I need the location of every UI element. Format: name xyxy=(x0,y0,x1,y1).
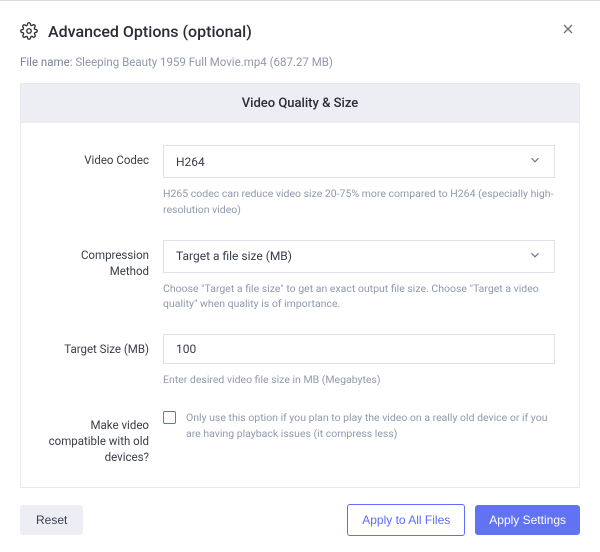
filename-value: Sleeping Beauty 1959 Full Movie.mp4 (687… xyxy=(75,55,333,69)
footer-bar: Reset Apply to All Files Apply Settings xyxy=(0,488,600,552)
page-title: Advanced Options (optional) xyxy=(48,22,556,41)
panel-title: Video Quality & Size xyxy=(21,84,579,123)
video-codec-row: Video Codec H264 H265 codec can reduce v… xyxy=(45,145,555,218)
compression-method-help: Choose "Target a file size" to get an ex… xyxy=(163,281,555,313)
target-size-value: 100 xyxy=(176,342,196,356)
compression-method-row: Compression Method Target a file size (M… xyxy=(45,240,555,313)
chevron-down-icon xyxy=(528,248,542,265)
compat-control: Only use this option if you plan to play… xyxy=(163,410,555,465)
filename-row: File name: Sleeping Beauty 1959 Full Mov… xyxy=(0,55,600,83)
video-codec-help: H265 codec can reduce video size 20-75% … xyxy=(163,186,555,218)
compression-method-label: Compression Method xyxy=(45,240,163,313)
target-size-input[interactable]: 100 xyxy=(163,334,555,364)
close-icon[interactable] xyxy=(556,17,580,45)
apply-all-button[interactable]: Apply to All Files xyxy=(347,504,465,536)
target-size-row: Target Size (MB) 100 Enter desired video… xyxy=(45,334,555,388)
compat-help: Only use this option if you plan to play… xyxy=(186,410,555,442)
apply-settings-button[interactable]: Apply Settings xyxy=(475,505,580,535)
compat-label: Make video compatible with old devices? xyxy=(45,410,163,465)
header-bar: Advanced Options (optional) xyxy=(0,1,600,55)
compat-checkbox[interactable] xyxy=(163,411,176,424)
video-codec-label: Video Codec xyxy=(45,145,163,218)
panel-body: Video Codec H264 H265 codec can reduce v… xyxy=(21,123,579,487)
filename-label: File name: xyxy=(20,55,72,69)
target-size-help: Enter desired video file size in MB (Meg… xyxy=(163,372,555,388)
compression-method-value: Target a file size (MB) xyxy=(176,249,292,263)
video-codec-select[interactable]: H264 xyxy=(163,145,555,178)
target-size-label: Target Size (MB) xyxy=(45,334,163,388)
compression-method-control: Target a file size (MB) Choose "Target a… xyxy=(163,240,555,313)
gear-icon xyxy=(20,22,38,40)
video-codec-control: H264 H265 codec can reduce video size 20… xyxy=(163,145,555,218)
compat-row: Make video compatible with old devices? … xyxy=(45,410,555,465)
video-codec-value: H264 xyxy=(176,155,205,169)
settings-panel: Video Quality & Size Video Codec H264 H2… xyxy=(20,83,580,488)
target-size-control: 100 Enter desired video file size in MB … xyxy=(163,334,555,388)
compression-method-select[interactable]: Target a file size (MB) xyxy=(163,240,555,273)
chevron-down-icon xyxy=(528,153,542,170)
reset-button[interactable]: Reset xyxy=(20,505,83,535)
